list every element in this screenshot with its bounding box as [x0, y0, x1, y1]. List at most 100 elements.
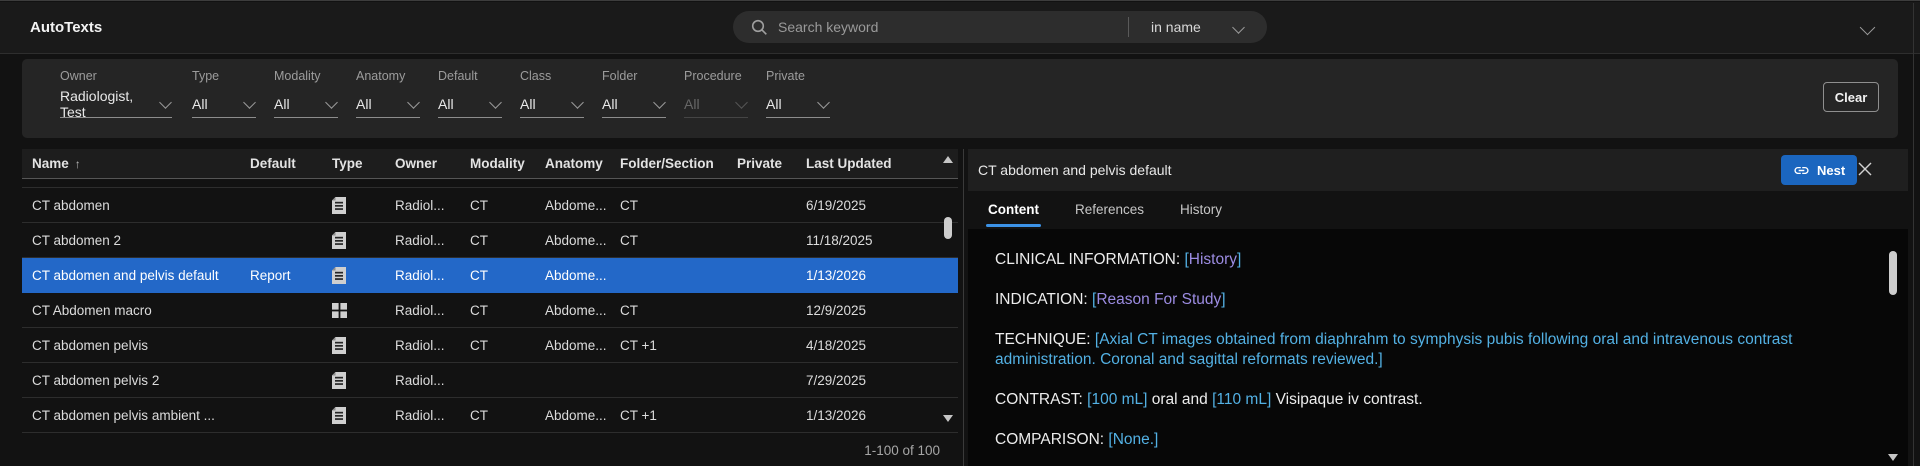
- column-header-modality[interactable]: Modality: [470, 149, 525, 178]
- report-type-icon: [332, 371, 346, 389]
- table-row[interactable]: CT abdomen pelvis Radiol... CT Abdome... CT …: [22, 328, 958, 363]
- filter-type: Type All: [192, 69, 256, 118]
- filter-select-owner[interactable]: Radiologist, Test: [60, 88, 172, 120]
- cell-type: [332, 258, 346, 292]
- table-row[interactable]: CT Abdomen macro Radiol... CT Abdome... CT 12…: [22, 293, 958, 328]
- cell-anatomy: Abdome...: [545, 267, 607, 283]
- cell-last-updated: 1/13/2026: [806, 407, 867, 423]
- nest-button[interactable]: Nest: [1781, 155, 1858, 185]
- column-header-type[interactable]: Type: [332, 149, 363, 178]
- table-row-selected[interactable]: CT abdomen and pelvis default Report Radio…: [22, 258, 958, 293]
- content-segment-plain: oral and: [1147, 391, 1213, 408]
- window-right-edge: [1913, 3, 1914, 466]
- filter-owner: Owner Radiologist, Test: [60, 69, 172, 120]
- cell-modality: CT: [470, 232, 488, 248]
- content-segment-merge: History: [1188, 251, 1238, 268]
- scrollbar-thumb[interactable]: [1889, 251, 1897, 295]
- chevron-down-icon: [489, 95, 502, 109]
- table-row[interactable]: CT abdomen Radiol... CT Abdome... CT 6/19/202…: [22, 188, 958, 223]
- cell-anatomy: Abdome...: [545, 407, 607, 423]
- column-header-name[interactable]: Name ↑: [32, 149, 81, 178]
- filter-label: Class: [520, 69, 552, 83]
- scrollbar-thumb[interactable]: [944, 217, 952, 239]
- filter-value: All: [438, 95, 454, 112]
- column-header-owner[interactable]: Owner: [395, 149, 437, 178]
- chevron-down-icon: [243, 95, 256, 109]
- content-segment-merge: Reason For Study: [1096, 291, 1222, 308]
- scroll-down-arrow[interactable]: [943, 415, 953, 422]
- column-header-anatomy[interactable]: Anatomy: [545, 149, 603, 178]
- cell-default: Report: [250, 267, 291, 283]
- cell-name: CT abdomen and pelvis default: [32, 267, 219, 283]
- table-row[interactable]: CT abdomen pelvis ambient ... Radiol... CT…: [22, 398, 958, 433]
- cell-folder-section: CT: [620, 232, 638, 248]
- column-header-private[interactable]: Private: [737, 149, 782, 178]
- scroll-up-arrow[interactable]: [943, 156, 953, 163]
- cell-anatomy: Abdome...: [545, 232, 607, 248]
- tab-history[interactable]: History: [1180, 191, 1222, 229]
- report-type-icon: [332, 196, 346, 214]
- filter-select-type[interactable]: All: [192, 90, 256, 118]
- report-type-icon: [332, 336, 346, 354]
- content-paragraph: TECHNIQUE: [Axial CT images obtained fro…: [995, 330, 1868, 370]
- cell-last-updated: 4/18/2025: [806, 337, 867, 353]
- cell-last-updated: 11/18/2025: [806, 232, 873, 248]
- chevron-down-icon: [159, 95, 172, 109]
- chevron-down-icon: [1232, 20, 1245, 34]
- search-input[interactable]: [768, 19, 1128, 35]
- cell-modality: CT: [470, 337, 488, 353]
- sort-ascending-icon: ↑: [74, 156, 81, 171]
- column-header-last-updated[interactable]: Last Updated: [806, 149, 892, 178]
- content-paragraph: INDICATION: [Reason For Study]: [995, 290, 1868, 310]
- filter-select-default[interactable]: All: [438, 90, 502, 118]
- app-window: AutoTexts in name Owner Radiologist, Test…: [0, 0, 1920, 466]
- scroll-down-arrow[interactable]: [1888, 454, 1898, 461]
- cell-anatomy: Abdome...: [545, 302, 607, 318]
- cell-name: CT Abdomen macro: [32, 302, 152, 318]
- content-segment-field: [100 mL]: [1087, 391, 1148, 408]
- cell-folder-section: CT +1: [620, 407, 657, 423]
- cell-anatomy: Abdome...: [545, 337, 607, 353]
- cell-owner: Radiol...: [395, 407, 445, 423]
- chevron-down-icon: [817, 95, 830, 109]
- filter-select-private[interactable]: All: [766, 90, 830, 118]
- tab-references[interactable]: References: [1075, 191, 1144, 229]
- chevron-down-icon: [1859, 19, 1876, 36]
- cell-name: CT abdomen pelvis: [32, 337, 149, 353]
- search-bar: in name: [733, 11, 1267, 43]
- filter-label: Owner: [60, 69, 97, 83]
- report-type-icon: [332, 231, 346, 249]
- filter-select-procedure: All: [684, 90, 748, 118]
- cell-type: [332, 363, 346, 397]
- filter-procedure: Procedure All: [684, 69, 748, 118]
- filter-folder: Folder All: [602, 69, 666, 118]
- cell-last-updated: 1/13/2026: [806, 267, 867, 283]
- search-scope-dropdown[interactable]: in name: [1129, 19, 1267, 35]
- cell-name: CT abdomen 2: [32, 232, 122, 248]
- cell-type: [332, 293, 347, 327]
- table-row[interactable]: CT abdomen 2 Radiol... CT Abdome... CT 11/18/…: [22, 223, 958, 258]
- content-segment-field: [110 mL]: [1212, 391, 1272, 408]
- cell-modality: CT: [470, 302, 488, 318]
- clear-filters-button[interactable]: Clear: [1823, 82, 1879, 112]
- column-header-folder-section[interactable]: Folder/Section: [620, 149, 714, 178]
- page-title: AutoTexts: [30, 19, 103, 36]
- filter-select-anatomy[interactable]: All: [356, 90, 420, 118]
- autotext-table: Name ↑ Default Type Owner Modality Anatomy Fold…: [22, 149, 958, 459]
- filter-select-folder[interactable]: All: [602, 90, 666, 118]
- cell-last-updated: 12/9/2025: [806, 302, 867, 318]
- filter-select-modality[interactable]: All: [274, 90, 338, 118]
- cell-owner: Radiol...: [395, 337, 445, 353]
- detail-panel: CT abdomen and pelvis default Nest Conte…: [968, 149, 1908, 466]
- detail-panel-title: CT abdomen and pelvis default: [978, 162, 1172, 178]
- content-segment-plain: CONTRAST:: [995, 391, 1088, 408]
- table-row[interactable]: CT abdomen pelvis 2 Radiol... 7/29/2025: [22, 363, 958, 398]
- tab-content[interactable]: Content: [986, 191, 1041, 229]
- collapse-chevron-button[interactable]: [1859, 19, 1884, 36]
- filter-select-class[interactable]: All: [520, 90, 584, 118]
- column-header-default[interactable]: Default: [250, 149, 296, 178]
- content-segment-field: [Axial CT images obtained from diaphrahm…: [995, 331, 1793, 368]
- content-segment-plain: Visipaque iv contrast.: [1271, 391, 1423, 408]
- close-panel-button[interactable]: [1856, 161, 1874, 179]
- content-paragraph: CLINICAL INFORMATION: [History]: [995, 250, 1868, 270]
